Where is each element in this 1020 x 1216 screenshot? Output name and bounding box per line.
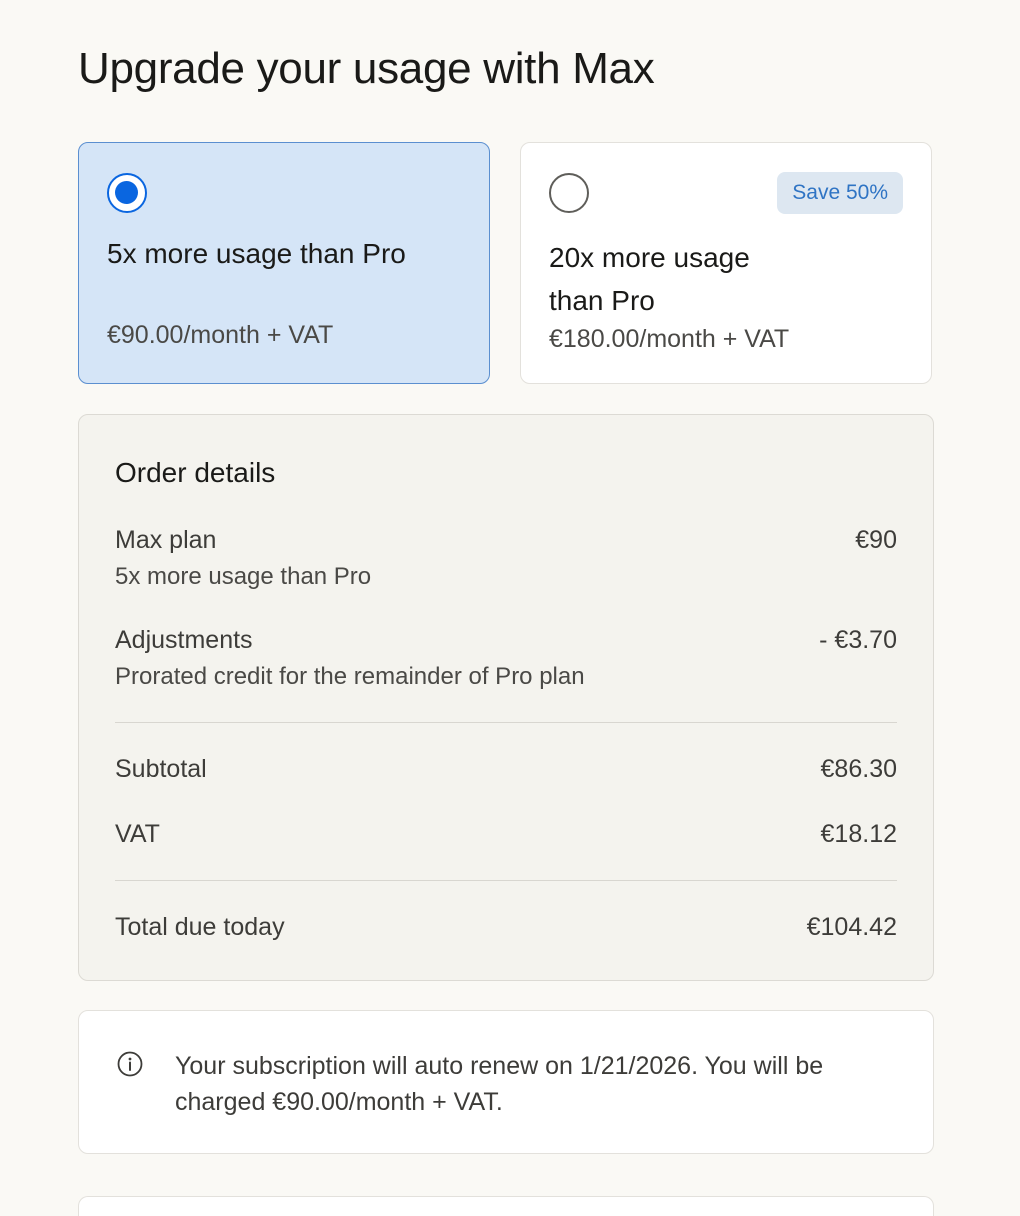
total-due-amount: €104.42: [806, 913, 897, 941]
vat-amount: €18.12: [820, 820, 897, 848]
plan-option-5x[interactable]: 5x more usage than Pro €90.00/month + VA…: [78, 142, 490, 384]
plan-name: 5x more usage than Pro: [107, 238, 406, 269]
plan-price: €180.00/month + VAT: [549, 325, 790, 353]
total-due-label: Total due today: [115, 913, 285, 941]
save-badge: Save 50%: [777, 172, 903, 214]
renewal-notice: Your subscription will auto renew on 1/2…: [78, 1010, 934, 1154]
adjustments-label: Adjustments: [115, 626, 253, 654]
vat-label: VAT: [115, 820, 160, 848]
divider: [115, 722, 897, 723]
info-icon: [117, 1051, 143, 1077]
radio-selected-icon[interactable]: [107, 173, 147, 213]
adjustments-description: Prorated credit for the remainder of Pro…: [115, 663, 585, 690]
radio-unselected-icon[interactable]: [549, 173, 589, 213]
max-plan-amount: €90: [855, 526, 897, 554]
plan-name: 20x more usage than Pro: [549, 242, 750, 316]
order-details-card: Order details Max plan 5x more usage tha…: [78, 414, 934, 981]
page-title: Upgrade your usage with Max: [78, 44, 655, 93]
max-plan-description: 5x more usage than Pro: [115, 563, 372, 590]
subtotal-label: Subtotal: [115, 755, 207, 783]
renewal-notice-text: Your subscription will auto renew on 1/2…: [175, 1052, 824, 1116]
divider: [115, 880, 897, 881]
subtotal-amount: €86.30: [820, 755, 897, 783]
adjustments-amount: - €3.70: [819, 626, 897, 654]
order-details-title: Order details: [115, 457, 276, 488]
plan-option-20x[interactable]: Save 50% 20x more usage than Pro €180.00…: [520, 142, 932, 384]
max-plan-label: Max plan: [115, 526, 217, 554]
plan-price: €90.00/month + VAT: [107, 321, 334, 349]
next-card: [78, 1196, 934, 1216]
